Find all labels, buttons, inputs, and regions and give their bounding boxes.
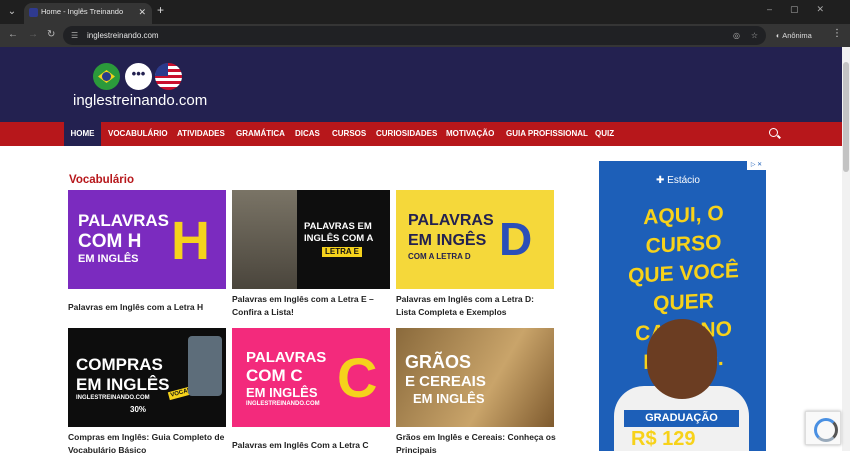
thumb-text: EM INGÊS bbox=[408, 232, 487, 249]
post-title[interactable]: Compras em Inglês: Guia Completo de Voca… bbox=[68, 431, 228, 457]
thumb-text: PALAVRAS bbox=[78, 211, 169, 230]
browser-tab[interactable]: Home - Inglês Treinando ✕ bbox=[24, 3, 152, 24]
post-thumbnail[interactable]: PALAVRAS COM H EM INGLÊS H bbox=[68, 190, 226, 289]
incognito-indicator[interactable]: ◐ Anônima bbox=[776, 28, 812, 43]
window-controls[interactable]: –▢✕ bbox=[767, 4, 842, 15]
thumb-text: EM INGLÊS bbox=[76, 375, 170, 394]
thumb-text: 30% bbox=[130, 405, 147, 414]
post-title[interactable]: Grãos em Inglês e Cereais: Conheça os Pr… bbox=[396, 431, 556, 457]
post-thumbnail[interactable]: COMPRAS EM INGLÊS INGLESTREINANDO.COM VO… bbox=[68, 328, 226, 427]
post-title[interactable]: Palavras em Inglês Com a Letra C bbox=[232, 439, 392, 452]
post-title[interactable]: Palavras em Inglês com a Letra D: Lista … bbox=[396, 293, 556, 319]
nav-curiosidades[interactable]: CURIOSIDADES bbox=[376, 122, 437, 146]
incognito-label: Anônima bbox=[782, 31, 812, 40]
post-thumbnail[interactable]: GRÃOS E CEREAIS EM INGLÊS bbox=[396, 328, 554, 427]
browser-menu-icon[interactable]: ⋮ bbox=[832, 28, 842, 39]
thumb-letter: H bbox=[171, 211, 210, 271]
section-title: Vocabulário bbox=[69, 174, 134, 186]
usa-flag-icon bbox=[155, 63, 182, 90]
thumb-text: PALAVRAS bbox=[408, 212, 494, 229]
ad-badge: GRADUAÇÃO bbox=[624, 410, 739, 427]
thumb-text: EM INGLÊS bbox=[413, 391, 485, 406]
thumb-text: COM H bbox=[78, 231, 142, 252]
search-icon[interactable] bbox=[769, 128, 778, 137]
nav-home[interactable]: HOME bbox=[64, 122, 101, 146]
recaptcha-badge[interactable] bbox=[805, 411, 841, 445]
thumb-text: PALAVRAS EM bbox=[304, 221, 372, 232]
thumb-text: GRÃOS bbox=[405, 352, 472, 372]
tab-close-icon[interactable]: ✕ bbox=[138, 3, 146, 21]
nav-gramatica[interactable]: GRAMÁTICA bbox=[236, 122, 285, 146]
thumb-text: PALAVRAS bbox=[246, 349, 327, 366]
browser-tabstrip: ⌄ Home - Inglês Treinando ✕ + –▢✕ bbox=[0, 0, 850, 24]
browser-toolbar: ← → ↻ ☰ inglestreinando.com ◎ ☆ ◐ Anônim… bbox=[0, 24, 850, 47]
nav-dicas[interactable]: DICAS bbox=[295, 122, 320, 146]
shopping-bags-image bbox=[188, 336, 222, 396]
post-title[interactable]: Palavras em Inglês com a Letra H bbox=[68, 301, 228, 314]
chat-bubble-icon: ••• bbox=[125, 63, 152, 90]
post-title[interactable]: Palavras em Inglês com a Letra E – Confi… bbox=[232, 293, 392, 319]
thumb-text: E CEREAIS bbox=[405, 373, 486, 390]
ad-brand: ✚ Estácio bbox=[656, 175, 700, 186]
reload-icon[interactable]: ↻ bbox=[47, 29, 55, 40]
logo-text[interactable]: inglestreinando.com bbox=[73, 92, 207, 109]
nav-quiz[interactable]: QUIZ bbox=[595, 122, 614, 146]
thumb-text: COMPRAS bbox=[76, 355, 163, 374]
tab-favicon-icon bbox=[29, 8, 38, 17]
nav-vocabulario[interactable]: VOCABULÁRIO bbox=[108, 122, 168, 146]
nav-atividades[interactable]: ATIVIDADES bbox=[177, 122, 225, 146]
scrollbar-thumb[interactable] bbox=[843, 62, 849, 172]
post-thumbnail[interactable]: PALAVRAS EM INGLÊS COM A LETRA E bbox=[232, 190, 390, 289]
tracking-protection-icon[interactable]: ◎ bbox=[733, 26, 740, 45]
site-header: ••• inglestreinando.com bbox=[0, 47, 842, 122]
ad-choices-icon[interactable]: ▷ ✕ bbox=[747, 161, 766, 170]
nav-motivacao[interactable]: MOTIVAÇÃO bbox=[446, 122, 494, 146]
thumb-letter: C bbox=[337, 346, 378, 409]
thumb-text: INGLESTREINANDO.COM bbox=[76, 395, 150, 401]
back-icon[interactable]: ← bbox=[8, 29, 18, 40]
site-info-icon[interactable]: ☰ bbox=[71, 26, 78, 45]
thumb-text: COM A LETRA D bbox=[408, 252, 471, 261]
new-tab-icon[interactable]: + bbox=[157, 3, 164, 17]
post-thumbnail[interactable]: PALAVRAS COM C EM INGLÊS INGLESTREINANDO… bbox=[232, 328, 390, 427]
post-thumbnail[interactable]: PALAVRAS EM INGÊS COM A LETRA D D bbox=[396, 190, 554, 289]
thumb-letter: D bbox=[499, 213, 533, 265]
tab-search-icon[interactable]: ⌄ bbox=[5, 5, 19, 19]
url-text: inglestreinando.com bbox=[87, 31, 159, 40]
nav-cursos[interactable]: CURSOS bbox=[332, 122, 366, 146]
forward-icon[interactable]: → bbox=[28, 29, 38, 40]
brazil-flag-icon bbox=[93, 63, 120, 90]
nav-guia-profissional[interactable]: GUIA PROFISSIONAL bbox=[506, 122, 588, 146]
thumb-text: EM INGLÊS bbox=[78, 253, 139, 265]
sidebar-advertisement[interactable]: ✚ Estácio AQUI, O CURSO QUE VOCÊ QUER CA… bbox=[599, 161, 766, 451]
ad-person-head bbox=[647, 319, 717, 399]
thumb-text: EM INGLÊS bbox=[246, 385, 318, 400]
elephant-photo bbox=[232, 190, 297, 289]
thumb-text: INGLÊS COM A bbox=[304, 233, 374, 244]
thumb-text: COM C bbox=[246, 366, 303, 385]
main-navigation: HOME VOCABULÁRIO ATIVIDADES GRAMÁTICA DI… bbox=[0, 122, 842, 146]
thumb-text: INGLESTREINANDO.COM bbox=[246, 401, 320, 407]
tab-title: Home - Inglês Treinando bbox=[41, 7, 124, 16]
address-bar[interactable]: ☰ inglestreinando.com ◎ ☆ bbox=[63, 26, 766, 45]
thumb-text: LETRA E bbox=[322, 247, 362, 257]
ad-price: R$ 129 bbox=[631, 428, 696, 450]
bookmark-star-icon[interactable]: ☆ bbox=[751, 26, 758, 45]
